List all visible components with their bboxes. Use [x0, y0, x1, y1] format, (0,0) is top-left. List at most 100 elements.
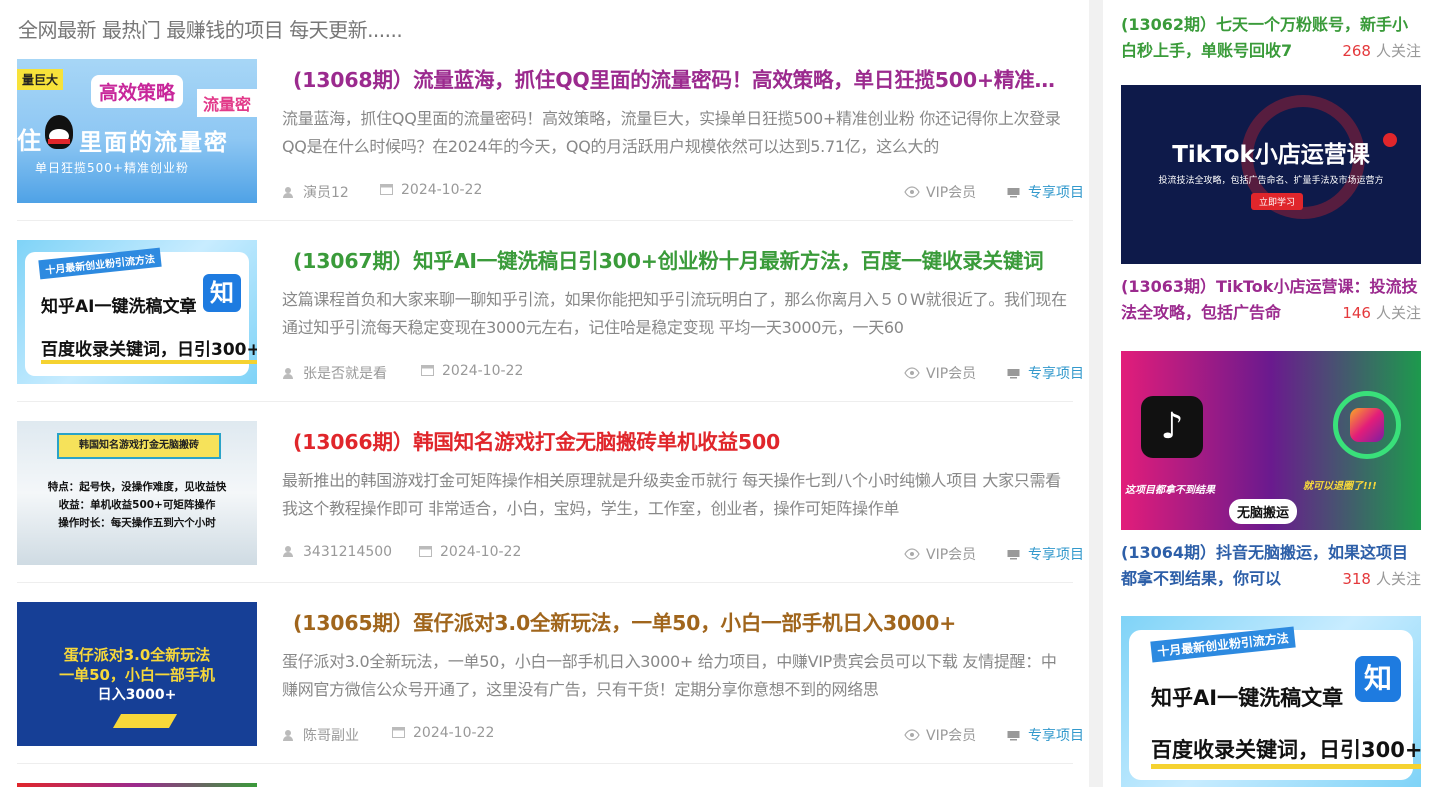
post-thumbnail[interactable]: 量巨大 高效策略 流量密 住 里面的流量密 单日狂揽500+精准创业粉: [17, 59, 257, 203]
post-thumbnail[interactable]: [17, 783, 257, 787]
post-thumbnail[interactable]: 韩国知名游戏打金无脑搬砖 特点：起号快，没操作难度，见收益快 收益：单机收益50…: [17, 421, 257, 565]
follow-count: 268 人关注: [1336, 38, 1421, 64]
folder-icon: [1007, 367, 1020, 379]
post-excerpt: 这篇课程首负和大家来聊一聊知乎引流，如果你能把知乎引流玩明白了，那么你离月入５０…: [282, 290, 1067, 337]
post-author[interactable]: 3431214500: [303, 544, 392, 560]
thumb-text: 住: [17, 127, 41, 155]
post-meta: 3431214500 2024-10-22 VIP会员 专享项目: [282, 544, 1084, 564]
follow-label: 人关注: [1375, 570, 1421, 588]
follow-number: 268: [1342, 42, 1371, 60]
user-icon: [282, 186, 294, 198]
follow-number: 146: [1342, 304, 1371, 322]
qq-penguin-icon: [45, 115, 73, 149]
tiktok-logo-icon: ♪: [1141, 396, 1203, 458]
thumb-badge: 流量密: [197, 89, 257, 117]
sidebar-card-title[interactable]: (13062期）七天一个万粉账号，新手小白秒上手，单账号回收7 268 人关注: [1121, 12, 1421, 64]
thumb-text: 日入3000+: [97, 687, 177, 703]
calendar-icon: [380, 183, 393, 195]
vip-label: VIP会员: [926, 185, 977, 201]
folder-icon: [1007, 729, 1020, 741]
thumb-text: 单日狂揽500+精准创业粉: [35, 161, 189, 175]
post-meta: 演员12 2024-10-22 VIP会员 专享项目: [282, 182, 1084, 202]
post-date: 2024-10-22: [401, 182, 483, 198]
post-item[interactable]: 蛋仔派对3.0全新玩法 一单50，小白一部手机 日入3000+ (13065期）…: [17, 602, 1084, 764]
sidebar-card[interactable]: ♪ 这项目都拿不到结果 就可以退圈了!!! 无脑搬运 (13064期）抖音无脑搬…: [1121, 351, 1421, 592]
post-title[interactable]: (13068期）流量蓝海，抓住QQ里面的流量密码！高效策略，单日狂揽500+精准…: [293, 63, 1073, 93]
thumb-badge: 无脑搬运: [1229, 499, 1298, 524]
thumb-text: 投流技法全攻略，包括广告命名、扩量手法及市场运营方: [1158, 176, 1384, 186]
post-meta: 陈哥副业 2024-10-22 VIP会员 专享项目: [282, 725, 1084, 745]
post-item[interactable]: 韩国知名游戏打金无脑搬砖 特点：起号快，没操作难度，见收益快 收益：单机收益50…: [17, 421, 1084, 583]
follow-count: 146 人关注: [1336, 300, 1421, 326]
thumb-text: 操作时长：每天操作五到六个小时: [58, 517, 216, 529]
follow-label: 人关注: [1375, 42, 1421, 60]
post-excerpt: 最新推出的韩国游戏打金可矩阵操作相关原理就是升级卖金币就行 每天操作七到八个小时…: [282, 471, 1061, 518]
eye-icon: [904, 548, 920, 560]
zhihu-logo-icon: 知: [1355, 656, 1401, 702]
post-title[interactable]: (13067期）知乎AI一键洗稿日引300+创业粉十月最新方法，百度一键收录关键…: [293, 244, 1073, 274]
category-link[interactable]: 专享项目: [1028, 547, 1084, 563]
sidebar-card[interactable]: (13062期）七天一个万粉账号，新手小白秒上手，单账号回收7 268 人关注: [1121, 12, 1421, 64]
thumb-decoration: [112, 714, 178, 728]
thumb-text: 特点：起号快，没操作难度，见收益快: [47, 481, 227, 493]
thumb-text: 这项目都拿不到结果: [1125, 485, 1215, 496]
eye-icon: [904, 186, 920, 198]
post-item[interactable]: 十月最新创业粉引流方法 知乎AI一键洗稿文章 知 百度收录关键词，日引300+ …: [17, 240, 1084, 402]
follow-label: 人关注: [1375, 304, 1421, 322]
calendar-icon: [421, 364, 434, 376]
thumb-text: 百度收录关键词，日引300+: [1151, 734, 1421, 769]
thumb-text: 百度收录关键词，日引300+: [41, 335, 257, 364]
sidebar-thumbnail[interactable]: TikTok小店运营课 投流技法全攻略，包括广告命名、扩量手法及市场运营方 立即…: [1121, 85, 1421, 264]
follow-number: 318: [1342, 570, 1371, 588]
sidebar-card-title[interactable]: (13063期）TikTok小店运营课：投流技法全攻略，包括广告命 146 人关注: [1121, 274, 1421, 326]
thumb-text: 里面的流量密: [79, 130, 229, 156]
eye-icon: [904, 367, 920, 379]
follow-count: 318 人关注: [1336, 566, 1421, 592]
sidebar-card[interactable]: TikTok小店运营课 投流技法全攻略，包括广告命名、扩量手法及市场运营方 立即…: [1121, 85, 1421, 326]
thumb-button: 立即学习: [1251, 193, 1304, 210]
zhihu-logo-icon: 知: [203, 274, 241, 312]
user-icon: [282, 729, 294, 741]
thumb-banner: 韩国知名游戏打金无脑搬砖: [57, 433, 221, 459]
post-author[interactable]: 陈哥副业: [303, 728, 359, 744]
post-title[interactable]: (13066期）韩国知名游戏打金无脑搬砖单机收益500: [293, 425, 1073, 455]
post-date: 2024-10-22: [442, 363, 524, 379]
post-thumbnail[interactable]: 蛋仔派对3.0全新玩法 一单50，小白一部手机 日入3000+: [17, 602, 257, 746]
thumb-text: 知乎AI一键洗稿文章: [41, 297, 197, 317]
user-icon: [282, 367, 294, 379]
thumb-text: 收益：单机收益500+可矩阵操作: [58, 499, 216, 511]
post-title[interactable]: (13065期）蛋仔派对3.0全新玩法，一单50，小白一部手机日入3000+: [293, 606, 1073, 636]
thumb-text: TikTok小店运营课: [1172, 142, 1370, 168]
post-excerpt: 蛋仔派对3.0全新玩法，一单50，小白一部手机日入3000+ 给力项目，中赚VI…: [282, 652, 1057, 699]
sidebar-thumbnail[interactable]: ♪ 这项目都拿不到结果 就可以退圈了!!! 无脑搬运: [1121, 351, 1421, 530]
sidebar: (13062期）七天一个万粉账号，新手小白秒上手，单账号回收7 268 人关注 T…: [1103, 0, 1440, 787]
thumb-text: 就可以退圈了!!!: [1303, 481, 1377, 492]
sidebar-card-title[interactable]: (13064期）抖音无脑搬运，如果这项目都拿不到结果，你可以 318 人关注: [1121, 540, 1421, 592]
post-excerpt: 流量蓝海，抓住QQ里面的流量密码！高效策略，流量巨大，实操单日狂揽500+精准创…: [282, 109, 1061, 156]
main-feed: 全网最新 最热门 最赚钱的项目 每天更新...... 量巨大 高效策略 流量密 …: [0, 0, 1089, 787]
post-item[interactable]: 量巨大 高效策略 流量密 住 里面的流量密 单日狂揽500+精准创业粉 (130…: [17, 59, 1084, 221]
category-link[interactable]: 专享项目: [1028, 185, 1084, 201]
thumb-badge: 量巨大: [17, 69, 64, 90]
post-date: 2024-10-22: [440, 544, 522, 560]
sidebar-card[interactable]: 十月最新创业粉引流方法 知乎AI一键洗稿文章 知 百度收录关键词，日引300+: [1121, 616, 1421, 787]
thumb-text: 一单50，小白一部手机: [59, 666, 215, 684]
feed-heading: 全网最新 最热门 最赚钱的项目 每天更新......: [18, 18, 403, 42]
sidebar-thumbnail[interactable]: 十月最新创业粉引流方法 知乎AI一键洗稿文章 知 百度收录关键词，日引300+: [1121, 616, 1421, 787]
category-link[interactable]: 专享项目: [1028, 366, 1084, 382]
thumb-text: 蛋仔派对3.0全新玩法: [63, 646, 211, 664]
post-thumbnail[interactable]: 十月最新创业粉引流方法 知乎AI一键洗稿文章 知 百度收录关键词，日引300+: [17, 240, 257, 384]
post-author[interactable]: 张是否就是看: [303, 366, 387, 382]
thumb-badge: 高效策略: [91, 75, 184, 108]
vip-label: VIP会员: [926, 366, 977, 382]
folder-icon: [1007, 548, 1020, 560]
vip-label: VIP会员: [926, 728, 977, 744]
post-author[interactable]: 演员12: [303, 185, 349, 201]
folder-icon: [1007, 186, 1020, 198]
post-meta: 张是否就是看 2024-10-22 VIP会员 专享项目: [282, 363, 1084, 383]
eye-icon: [904, 729, 920, 741]
calendar-icon: [392, 726, 405, 738]
post-date: 2024-10-22: [413, 725, 495, 741]
calendar-icon: [419, 545, 432, 557]
category-link[interactable]: 专享项目: [1028, 728, 1084, 744]
